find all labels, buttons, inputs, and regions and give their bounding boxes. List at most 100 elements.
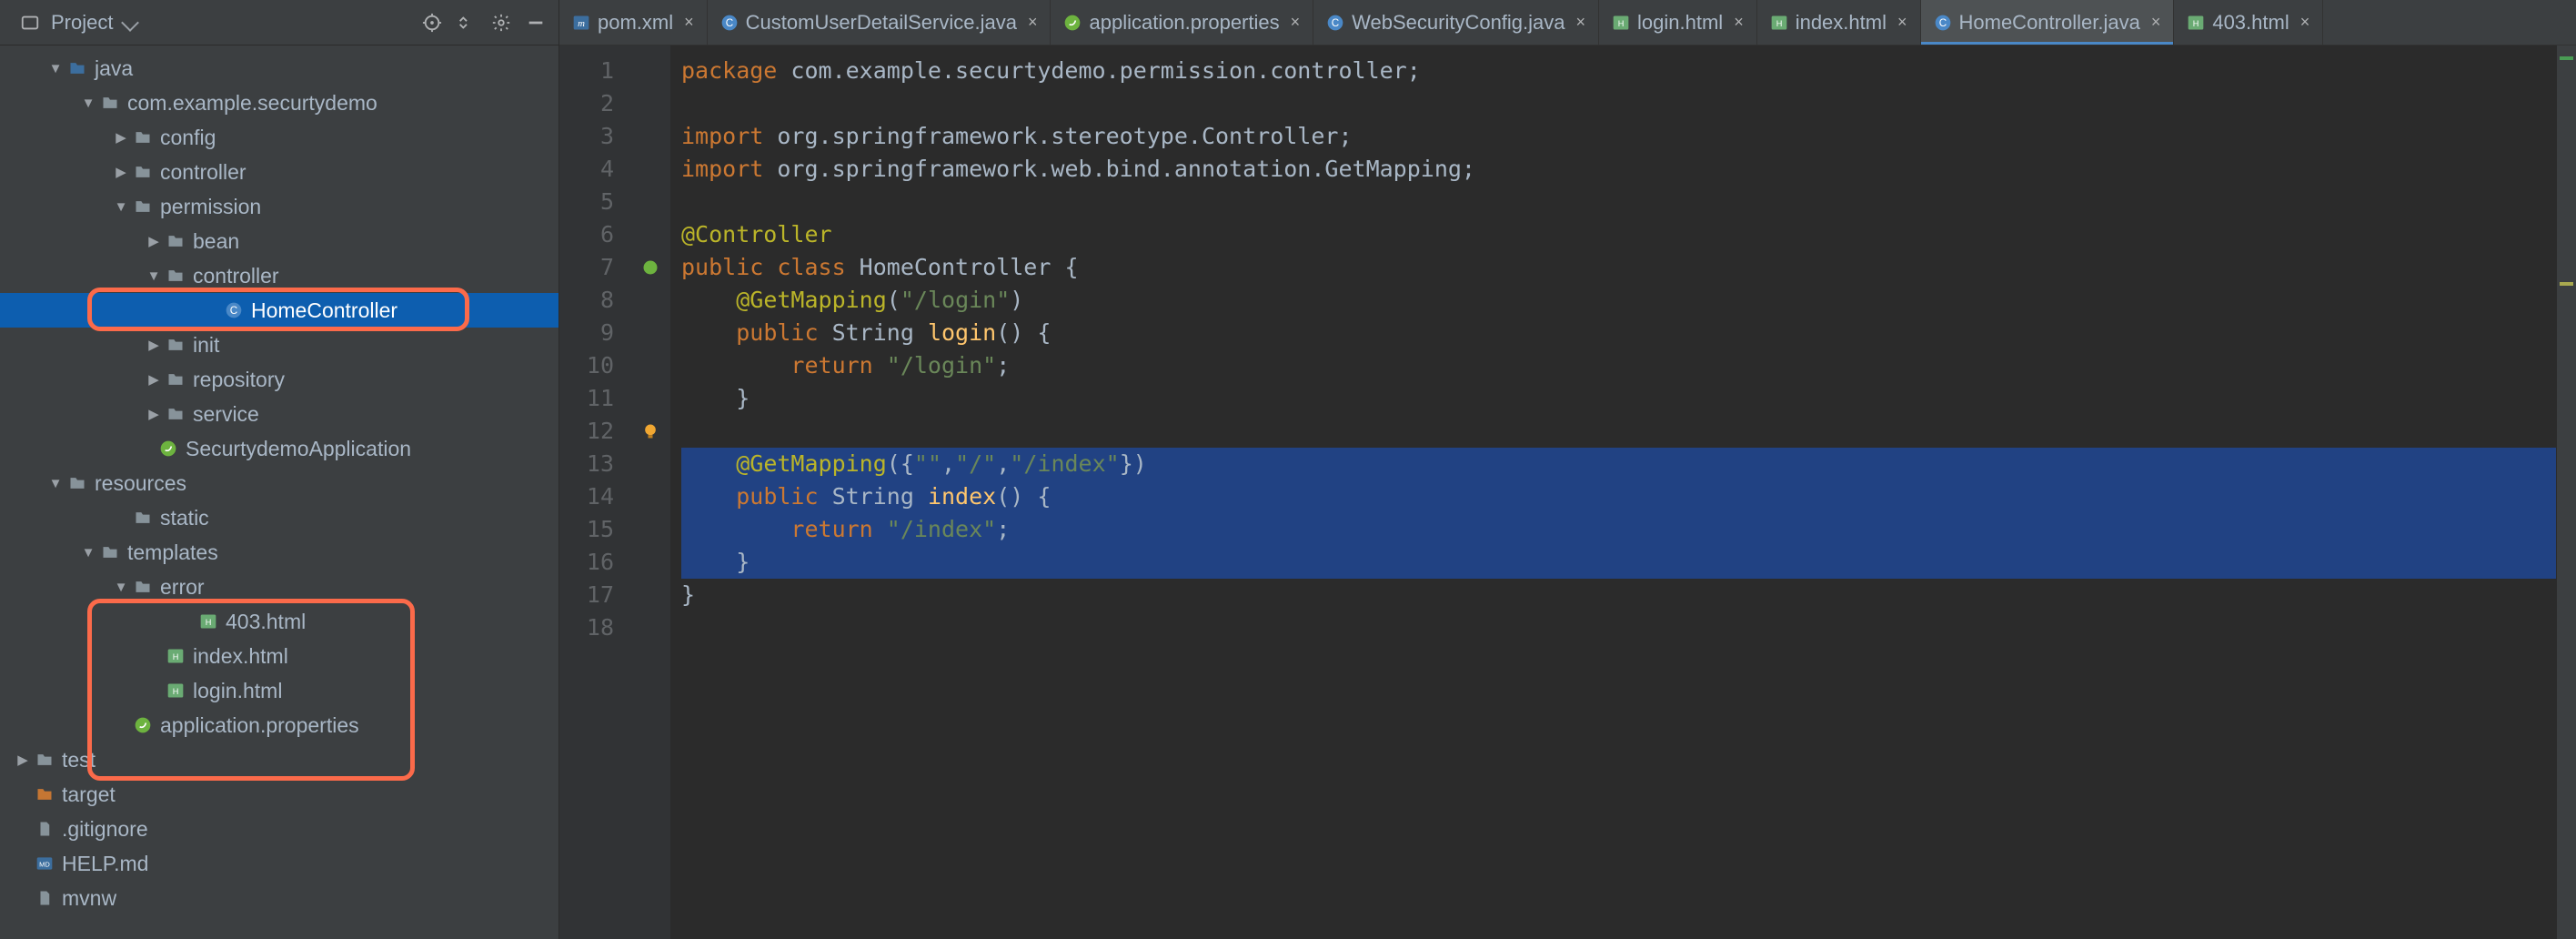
line-number[interactable]: 10 — [559, 349, 614, 382]
line-number[interactable]: 7 — [559, 251, 614, 284]
tab-websecurityconfig-java[interactable]: CWebSecurityConfig.java× — [1313, 0, 1599, 45]
chevron-down-icon[interactable]: ▼ — [144, 268, 164, 284]
tab-403-html[interactable]: H403.html× — [2174, 0, 2323, 45]
spring-run-icon[interactable] — [630, 251, 670, 284]
chevron-right-icon[interactable]: ▶ — [144, 233, 164, 249]
folder-icon — [131, 578, 155, 596]
tab-pom-xml[interactable]: mpom.xml× — [559, 0, 708, 45]
line-number[interactable]: 4 — [559, 153, 614, 186]
close-icon[interactable]: × — [1028, 13, 1038, 32]
tree-item-static[interactable]: static — [0, 500, 558, 535]
tree-item-service[interactable]: ▶service — [0, 397, 558, 431]
line-number[interactable]: 14 — [559, 480, 614, 513]
gutter-icons — [630, 45, 670, 939]
tab-label: WebSecurityConfig.java — [1352, 11, 1565, 35]
tree-item-target[interactable]: target — [0, 777, 558, 812]
tree-item-homecontroller[interactable]: CHomeController — [0, 293, 558, 328]
stripe-warning[interactable] — [2560, 282, 2573, 286]
folder-icon — [164, 232, 187, 250]
line-number[interactable]: 17 — [559, 579, 614, 611]
tab-application-properties[interactable]: application.properties× — [1051, 0, 1313, 45]
chevron-right-icon[interactable]: ▶ — [144, 337, 164, 353]
tree-item-mvnw[interactable]: mvnw — [0, 881, 558, 915]
line-number[interactable]: 2 — [559, 87, 614, 120]
tree-item-resources[interactable]: ▼resources — [0, 466, 558, 500]
chevron-right-icon[interactable]: ▶ — [144, 371, 164, 388]
chevron-right-icon[interactable]: ▶ — [111, 164, 131, 180]
tab-index-html[interactable]: Hindex.html× — [1757, 0, 1921, 45]
tree-item-permission[interactable]: ▼permission — [0, 189, 558, 224]
expand-icon[interactable] — [453, 9, 480, 36]
tree-item-securtydemoapplication[interactable]: SecurtydemoApplication — [0, 431, 558, 466]
editor-tabs: mpom.xml×CCustomUserDetailService.java×a… — [559, 0, 2576, 45]
chevron-down-icon[interactable]: ▼ — [111, 199, 131, 215]
chevron-down-icon[interactable]: ▼ — [78, 545, 98, 560]
project-tree[interactable]: ▼java▼com.example.securtydemo ▶ config ▶con… — [0, 45, 558, 939]
chevron-down-icon[interactable]: ▼ — [45, 61, 65, 76]
chevron-right-icon[interactable]: ▶ — [144, 406, 164, 422]
chevron-right-icon[interactable]: ▶ — [13, 752, 33, 768]
chevron-down-icon[interactable]: ▼ — [45, 476, 65, 491]
line-number[interactable]: 16 — [559, 546, 614, 579]
line-number[interactable]: 1 — [559, 55, 614, 87]
tree-item-controller[interactable]: ▶controller — [0, 155, 558, 189]
tree-item-java[interactable]: ▼java — [0, 51, 558, 86]
tree-item-label: config — [160, 126, 216, 150]
line-number[interactable]: 18 — [559, 611, 614, 644]
close-icon[interactable]: × — [684, 13, 694, 32]
line-number[interactable]: 8 — [559, 284, 614, 317]
folder-res-icon — [65, 474, 89, 492]
tree-item-application-properties[interactable]: application.properties — [0, 708, 558, 742]
tree-item-templates[interactable]: ▼templates — [0, 535, 558, 570]
tree-item-com-example-securtydemo[interactable]: ▼com.example.securtydemo — [0, 86, 558, 120]
minimize-icon[interactable] — [522, 9, 549, 36]
line-number[interactable]: 12 — [559, 415, 614, 448]
close-icon[interactable]: × — [1291, 13, 1301, 32]
line-number[interactable]: 9 — [559, 317, 614, 349]
svg-text:m: m — [578, 18, 585, 29]
line-number[interactable]: 13 — [559, 448, 614, 480]
project-sidebar: Project ▼java▼com.example.securtydemo▶co… — [0, 0, 559, 939]
error-stripe[interactable] — [2556, 45, 2576, 939]
tree-item-test[interactable]: ▶ test — [0, 742, 558, 777]
gear-icon[interactable] — [488, 9, 515, 36]
close-icon[interactable]: × — [2151, 13, 2161, 32]
tab-customuserdetailservice-java[interactable]: CCustomUserDetailService.java× — [708, 0, 1052, 45]
tree-item-help-md[interactable]: MDHELP.md — [0, 846, 558, 881]
tree-item-config[interactable]: ▶ config — [0, 120, 558, 155]
tree-item-repository[interactable]: ▶repository — [0, 362, 558, 397]
line-number[interactable]: 3 — [559, 120, 614, 153]
tree-item-controller[interactable]: ▼controller — [0, 258, 558, 293]
chevron-down-icon[interactable]: ▼ — [111, 580, 131, 595]
app-root: Project ▼java▼com.example.securtydemo▶co… — [0, 0, 2576, 939]
code-area[interactable]: package com.example.securtydemo.permissi… — [670, 45, 2556, 939]
close-icon[interactable]: × — [2300, 13, 2310, 32]
tree-item-label: test — [62, 748, 96, 772]
tab-login-html[interactable]: Hlogin.html× — [1599, 0, 1757, 45]
tree-item-login-html[interactable]: Hlogin.html — [0, 673, 558, 708]
close-icon[interactable]: × — [1734, 13, 1744, 32]
chevron-right-icon[interactable]: ▶ — [111, 129, 131, 146]
line-number[interactable]: 6 — [559, 218, 614, 251]
gutter-spacer — [630, 186, 670, 218]
intention-bulb-icon[interactable] — [630, 415, 670, 448]
svg-text:H: H — [1776, 19, 1782, 28]
tab-label: CustomUserDetailService.java — [746, 11, 1017, 35]
close-icon[interactable]: × — [1897, 13, 1907, 32]
line-number[interactable]: 11 — [559, 382, 614, 415]
close-icon[interactable]: × — [1576, 13, 1586, 32]
tree-item-403-html[interactable]: H403.html — [0, 604, 558, 639]
tree-item-init[interactable]: ▶init — [0, 328, 558, 362]
line-number[interactable]: 15 — [559, 513, 614, 546]
tree-item-error[interactable]: ▼error — [0, 570, 558, 604]
locate-icon[interactable] — [418, 9, 446, 36]
project-dropdown-icon[interactable] — [122, 14, 140, 32]
tree-item-bean[interactable]: ▶bean — [0, 224, 558, 258]
line-number[interactable]: 5 — [559, 186, 614, 218]
tab-homecontroller-java[interactable]: CHomeController.java× — [1921, 0, 2175, 45]
sidebar-title: Project — [51, 11, 113, 35]
tree-item--gitignore[interactable]: .gitignore — [0, 812, 558, 846]
folder-icon — [98, 94, 122, 112]
tree-item-index-html[interactable]: Hindex.html — [0, 639, 558, 673]
chevron-down-icon[interactable]: ▼ — [78, 96, 98, 111]
